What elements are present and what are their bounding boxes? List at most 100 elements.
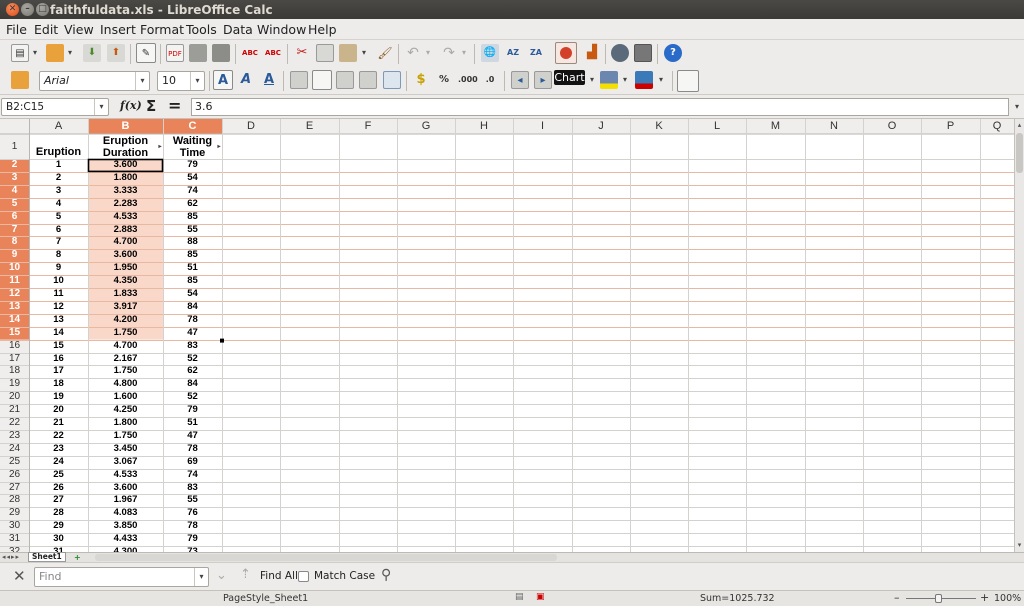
find-next-icon[interactable]: ⇡ xyxy=(240,567,251,582)
data-cell[interactable]: 79 xyxy=(163,159,222,172)
borders-dropdown-icon[interactable]: ▾ xyxy=(588,71,596,89)
data-cell[interactable]: 51 xyxy=(163,417,222,430)
open-folder-icon[interactable] xyxy=(46,44,64,62)
data-cell[interactable]: 4.083 xyxy=(88,507,163,520)
data-cell[interactable]: 1.800 xyxy=(88,417,163,430)
sort-descending-icon[interactable]: ZA xyxy=(527,44,545,62)
navigator-icon[interactable] xyxy=(611,44,629,62)
menu-format[interactable]: Format xyxy=(140,22,184,37)
data-cell[interactable]: 4.800 xyxy=(88,378,163,391)
data-cell[interactable]: 3.450 xyxy=(88,443,163,456)
row-header[interactable]: 14 xyxy=(0,314,29,327)
data-cell[interactable]: 2.883 xyxy=(88,224,163,237)
row-header[interactable]: 17 xyxy=(0,353,29,366)
currency-icon[interactable]: $ xyxy=(412,71,430,89)
autospellcheck-icon[interactable]: ABC xyxy=(264,44,282,62)
paste-icon[interactable] xyxy=(339,44,357,62)
hyperlink-icon[interactable]: 🌐 xyxy=(481,44,499,62)
data-cell[interactable]: 55 xyxy=(163,224,222,237)
column-header-o[interactable]: O xyxy=(863,120,921,133)
autofilter-icon[interactable]: ▸ xyxy=(157,143,163,150)
row-header[interactable]: 16 xyxy=(0,340,29,353)
row-header[interactable]: 21 xyxy=(0,404,29,417)
maximize-window-button[interactable]: □ xyxy=(36,3,49,16)
data-cell[interactable]: 51 xyxy=(163,262,222,275)
row-header[interactable]: 28 xyxy=(0,494,29,507)
data-cell[interactable]: 83 xyxy=(163,482,222,495)
pivot-table-icon[interactable]: ▟ xyxy=(583,44,601,62)
data-cell[interactable]: 52 xyxy=(163,353,222,366)
data-cell[interactable]: 4.700 xyxy=(88,340,163,353)
function-wizard-icon[interactable]: f(x) xyxy=(120,99,142,112)
data-cell[interactable]: 13 xyxy=(29,314,88,327)
data-cell[interactable]: 30 xyxy=(29,533,88,546)
edit-file-icon[interactable]: ✎ xyxy=(136,43,156,63)
column-header-l[interactable]: L xyxy=(688,120,746,133)
row-header[interactable]: 11 xyxy=(0,275,29,288)
data-cell[interactable]: 54 xyxy=(163,172,222,185)
new-dropdown-icon[interactable]: ▾ xyxy=(31,44,39,62)
number-format-icon[interactable]: .000 xyxy=(458,71,478,89)
horizontal-scroll-thumb[interactable] xyxy=(95,554,557,561)
cell-b1-line2[interactable]: Duration xyxy=(88,147,163,159)
sort-ascending-icon[interactable]: AZ xyxy=(504,44,522,62)
cell-c1-line2[interactable]: Time xyxy=(163,147,222,159)
align-left-icon[interactable] xyxy=(290,71,308,89)
data-cell[interactable]: 24 xyxy=(29,456,88,469)
data-cell[interactable]: 1.967 xyxy=(88,494,163,507)
clone-formatting-icon[interactable]: 🖌 xyxy=(376,44,394,62)
tab-sheet1[interactable]: Sheet1 xyxy=(28,552,66,562)
column-header-m[interactable]: M xyxy=(746,120,805,133)
menu-help[interactable]: Help xyxy=(308,22,337,37)
background-color-icon[interactable] xyxy=(600,71,618,89)
expand-formula-bar-icon[interactable]: ▾ xyxy=(1012,98,1022,116)
column-header-h[interactable]: H xyxy=(455,120,513,133)
column-header-i[interactable]: I xyxy=(513,120,572,133)
column-header-a[interactable]: A xyxy=(29,120,88,133)
data-cell[interactable]: 14 xyxy=(29,327,88,340)
row-header[interactable]: 29 xyxy=(0,507,29,520)
column-header-d[interactable]: D xyxy=(222,120,280,133)
data-cell[interactable]: 76 xyxy=(163,507,222,520)
add-sheet-icon[interactable]: + xyxy=(74,553,81,562)
data-cell[interactable]: 6 xyxy=(29,224,88,237)
data-cell[interactable]: 3.067 xyxy=(88,456,163,469)
row-header[interactable]: 25 xyxy=(0,456,29,469)
data-cell[interactable]: 2 xyxy=(29,172,88,185)
data-cell[interactable]: 1.600 xyxy=(88,391,163,404)
zoom-in-icon[interactable]: + xyxy=(980,591,989,604)
undo-icon[interactable]: ↶ xyxy=(404,44,422,62)
chevron-down-icon[interactable]: ▾ xyxy=(194,568,208,586)
data-cell[interactable]: 4.700 xyxy=(88,236,163,249)
data-cell[interactable]: 62 xyxy=(163,365,222,378)
data-cell[interactable]: 16 xyxy=(29,353,88,366)
data-cell[interactable]: 29 xyxy=(29,520,88,533)
undo-dropdown-icon[interactable]: ▾ xyxy=(424,44,432,62)
column-header-p[interactable]: P xyxy=(921,120,980,133)
data-cell[interactable]: 4.250 xyxy=(88,404,163,417)
data-cell[interactable]: 3.917 xyxy=(88,301,163,314)
data-cell[interactable]: 22 xyxy=(29,430,88,443)
help-icon[interactable]: ? xyxy=(664,44,682,62)
row-header[interactable]: 24 xyxy=(0,443,29,456)
menu-file[interactable]: File xyxy=(6,22,27,37)
zoom-out-icon[interactable]: – xyxy=(894,591,900,604)
row-header[interactable]: 15 xyxy=(0,327,29,340)
find-all-button[interactable]: Find All xyxy=(260,570,298,582)
column-header-n[interactable]: N xyxy=(805,120,863,133)
toggle-grid-icon[interactable] xyxy=(677,70,699,92)
sum-icon[interactable]: Σ xyxy=(146,97,156,115)
underline-icon[interactable]: A xyxy=(260,71,278,89)
data-cell[interactable]: 4.533 xyxy=(88,469,163,482)
align-right-icon[interactable] xyxy=(336,71,354,89)
data-cell[interactable]: 74 xyxy=(163,469,222,482)
data-cell[interactable]: 15 xyxy=(29,340,88,353)
data-cell[interactable]: 7 xyxy=(29,236,88,249)
data-cell[interactable]: 47 xyxy=(163,430,222,443)
data-cell[interactable]: 54 xyxy=(163,288,222,301)
data-cell[interactable]: 4.433 xyxy=(88,533,163,546)
find-input[interactable]: Find ▾ xyxy=(34,567,209,587)
data-cell[interactable]: 79 xyxy=(163,533,222,546)
data-cell[interactable]: 26 xyxy=(29,482,88,495)
save-icon[interactable]: ⬇ xyxy=(83,44,101,62)
